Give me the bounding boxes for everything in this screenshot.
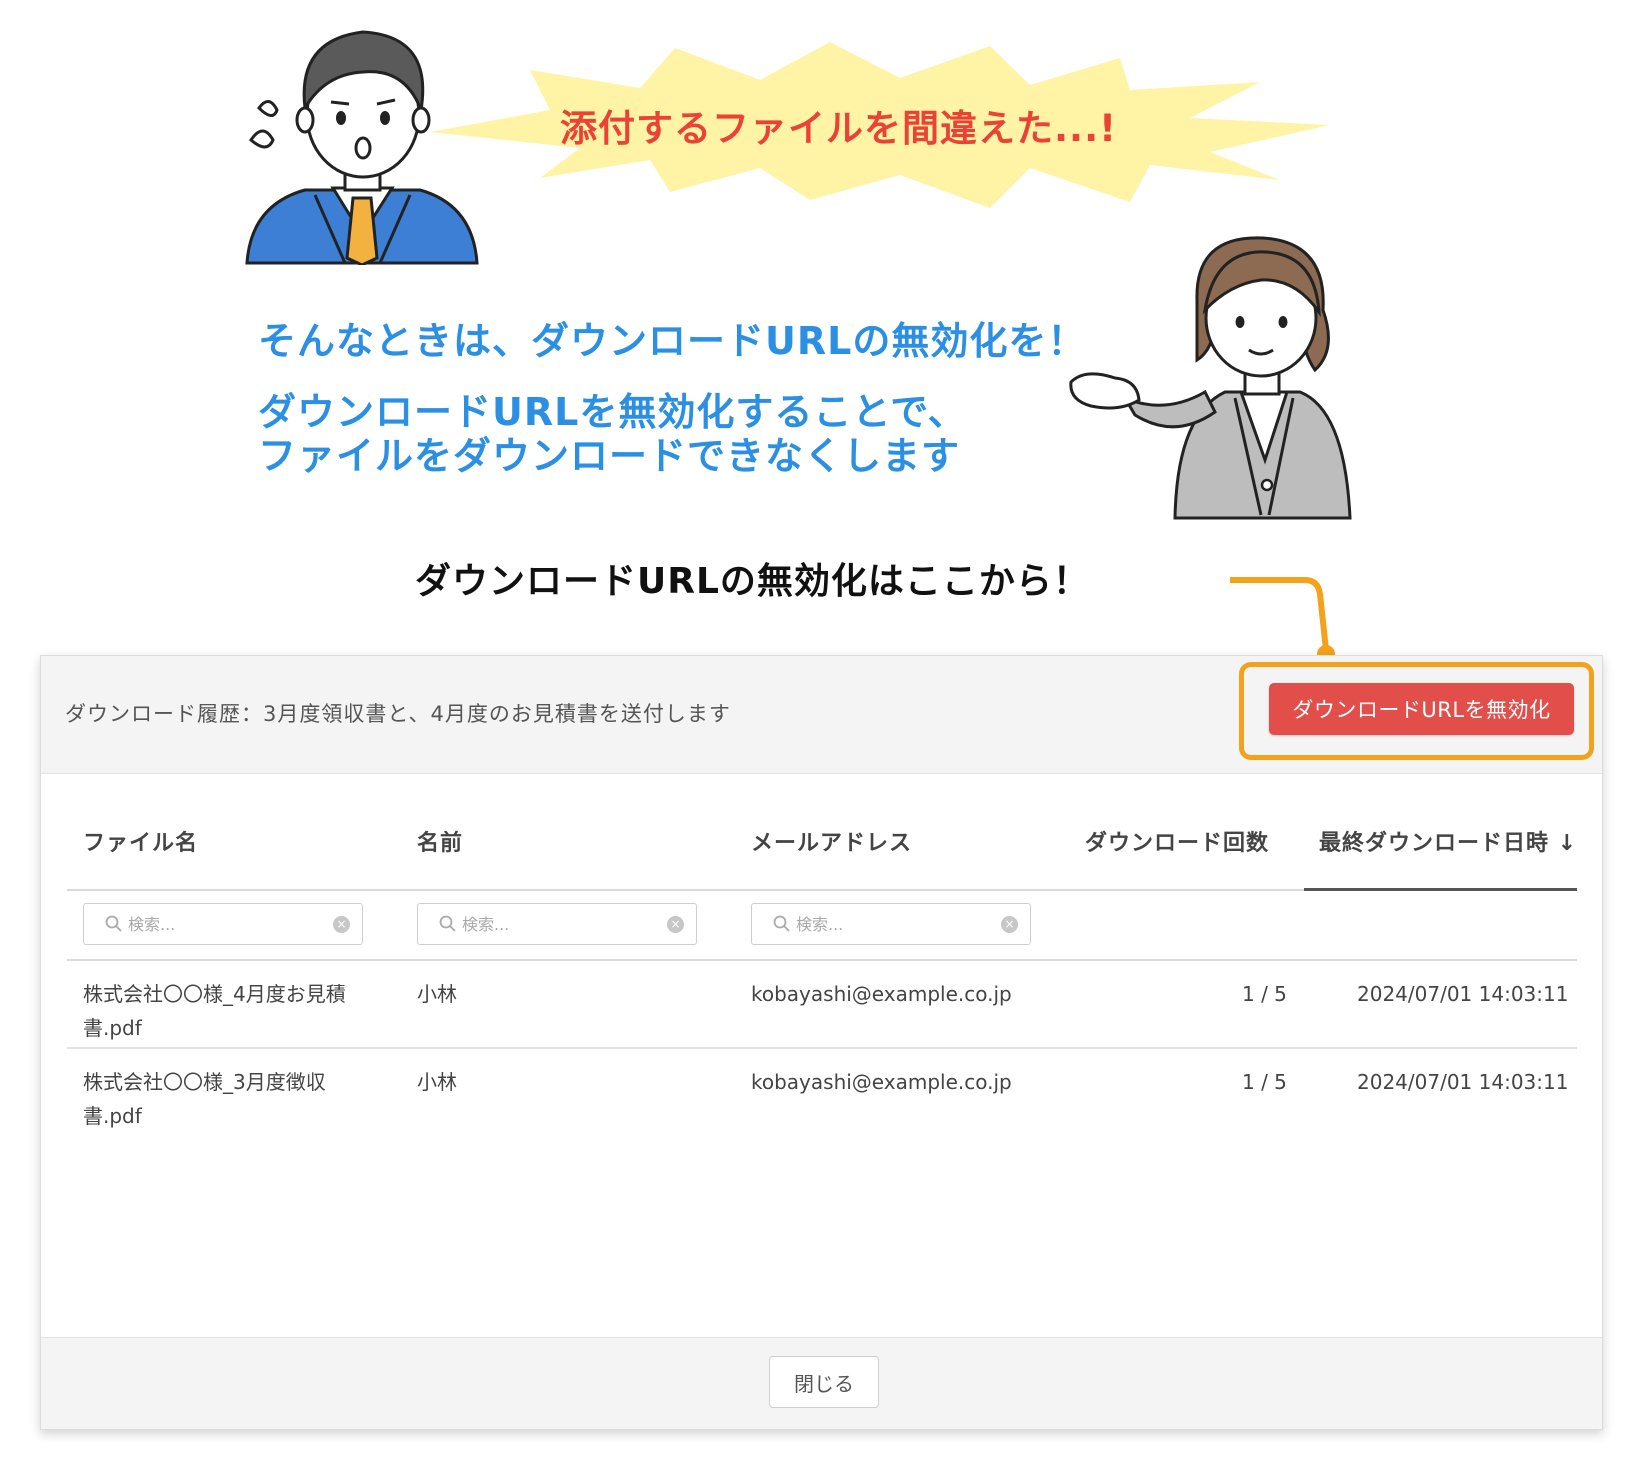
download-history-dialog: ダウンロード履歴：3月度領収書と、4月度のお見積書を送付します ダウンロードUR… [40, 655, 1603, 1430]
message-line-1: そんなときは、ダウンロードURLの無効化を！ [258, 319, 1087, 363]
cell-name: 小林 [417, 1070, 457, 1094]
filter-row: × × × [67, 891, 1577, 961]
download-table: ファイル名 名前 メールアドレス ダウンロード回数 最終ダウンロード日時 ↓ ×… [67, 801, 1577, 1137]
column-header-count[interactable]: ダウンロード回数 [1085, 825, 1269, 857]
table-header: ファイル名 名前 メールアドレス ダウンロード回数 最終ダウンロード日時 ↓ [67, 801, 1577, 891]
clear-icon[interactable]: × [333, 916, 350, 933]
message-line-2a: ダウンロードURLを無効化することで、 [258, 390, 967, 434]
column-header-name[interactable]: 名前 [417, 825, 463, 857]
search-icon [773, 915, 790, 932]
dialog-title: ダウンロード履歴：3月度領収書と、4月度のお見積書を送付します [65, 702, 731, 726]
cell-count: 1 / 5 [1242, 1070, 1287, 1094]
disable-url-button[interactable]: ダウンロードURLを無効化 [1269, 683, 1574, 735]
cell-file: 株式会社〇〇様_3月度徴収書.pdf [83, 1070, 326, 1128]
search-icon [439, 915, 456, 932]
email-search-input[interactable] [796, 909, 996, 939]
cell-last-download: 2024/07/01 14:03:11 [1357, 1070, 1569, 1094]
cell-last-download: 2024/07/01 14:03:11 [1357, 982, 1569, 1006]
clear-icon[interactable]: × [667, 916, 684, 933]
businessman-illustration [245, 30, 479, 265]
dialog-header: ダウンロード履歴：3月度領収書と、4月度のお見積書を送付します ダウンロードUR… [41, 656, 1602, 774]
cell-name: 小林 [417, 982, 457, 1006]
dialog-footer: 閉じる [41, 1337, 1602, 1429]
close-button[interactable]: 閉じる [769, 1356, 879, 1408]
cell-count: 1 / 5 [1242, 982, 1287, 1006]
column-header-email[interactable]: メールアドレス [751, 825, 912, 857]
cell-file: 株式会社〇〇様_4月度お見積書.pdf [83, 982, 346, 1040]
cell-email: kobayashi@example.co.jp [751, 982, 1012, 1006]
message-line-2: ダウンロードURLを無効化することで、 ファイルをダウンロードできなくします [258, 390, 967, 478]
table-row[interactable]: 株式会社〇〇様_3月度徴収書.pdf 小林 kobayashi@example.… [67, 1049, 1577, 1137]
search-icon [105, 915, 122, 932]
name-search-input[interactable] [462, 909, 662, 939]
burst-text: 添付するファイルを間違えた...! [560, 107, 1118, 150]
cell-email: kobayashi@example.co.jp [751, 1070, 1012, 1094]
message-line-2b: ファイルをダウンロードできなくします [258, 434, 961, 478]
connector-line [1230, 577, 1335, 663]
table-row[interactable]: 株式会社〇〇様_4月度お見積書.pdf 小林 kobayashi@example… [67, 961, 1577, 1049]
column-header-file[interactable]: ファイル名 [83, 825, 198, 857]
name-filter: × [417, 903, 697, 945]
businesswoman-illustration [1069, 236, 1352, 520]
callout-text: ダウンロードURLの無効化はここから！ [415, 561, 1090, 602]
file-filter: × [83, 903, 363, 945]
email-filter: × [751, 903, 1031, 945]
clear-icon[interactable]: × [1001, 916, 1018, 933]
file-search-input[interactable] [128, 909, 328, 939]
column-header-last-download[interactable]: 最終ダウンロード日時 ↓ [1319, 825, 1577, 857]
